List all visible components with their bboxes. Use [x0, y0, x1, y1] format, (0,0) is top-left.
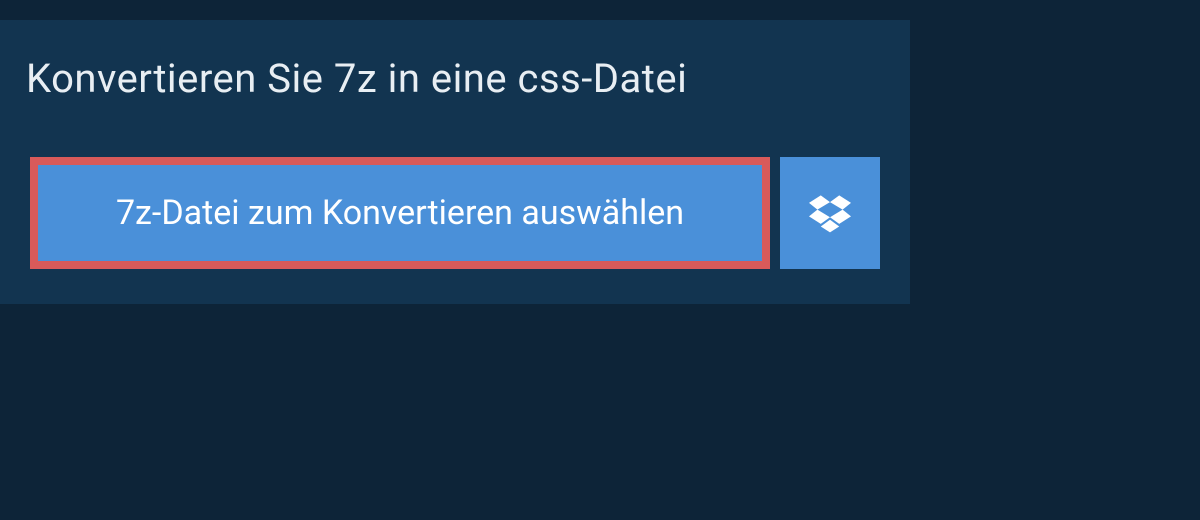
heading-container: Konvertieren Sie 7z in eine css-Datei — [0, 20, 707, 127]
dropbox-button[interactable] — [780, 157, 880, 269]
select-file-button[interactable]: 7z-Datei zum Konvertieren auswählen — [30, 157, 770, 269]
button-row: 7z-Datei zum Konvertieren auswählen — [0, 157, 910, 269]
converter-panel: Konvertieren Sie 7z in eine css-Datei 7z… — [0, 20, 910, 304]
page-title: Konvertieren Sie 7z in eine css-Datei — [26, 55, 687, 102]
select-file-label: 7z-Datei zum Konvertieren auswählen — [116, 193, 684, 233]
dropbox-icon — [809, 192, 851, 234]
